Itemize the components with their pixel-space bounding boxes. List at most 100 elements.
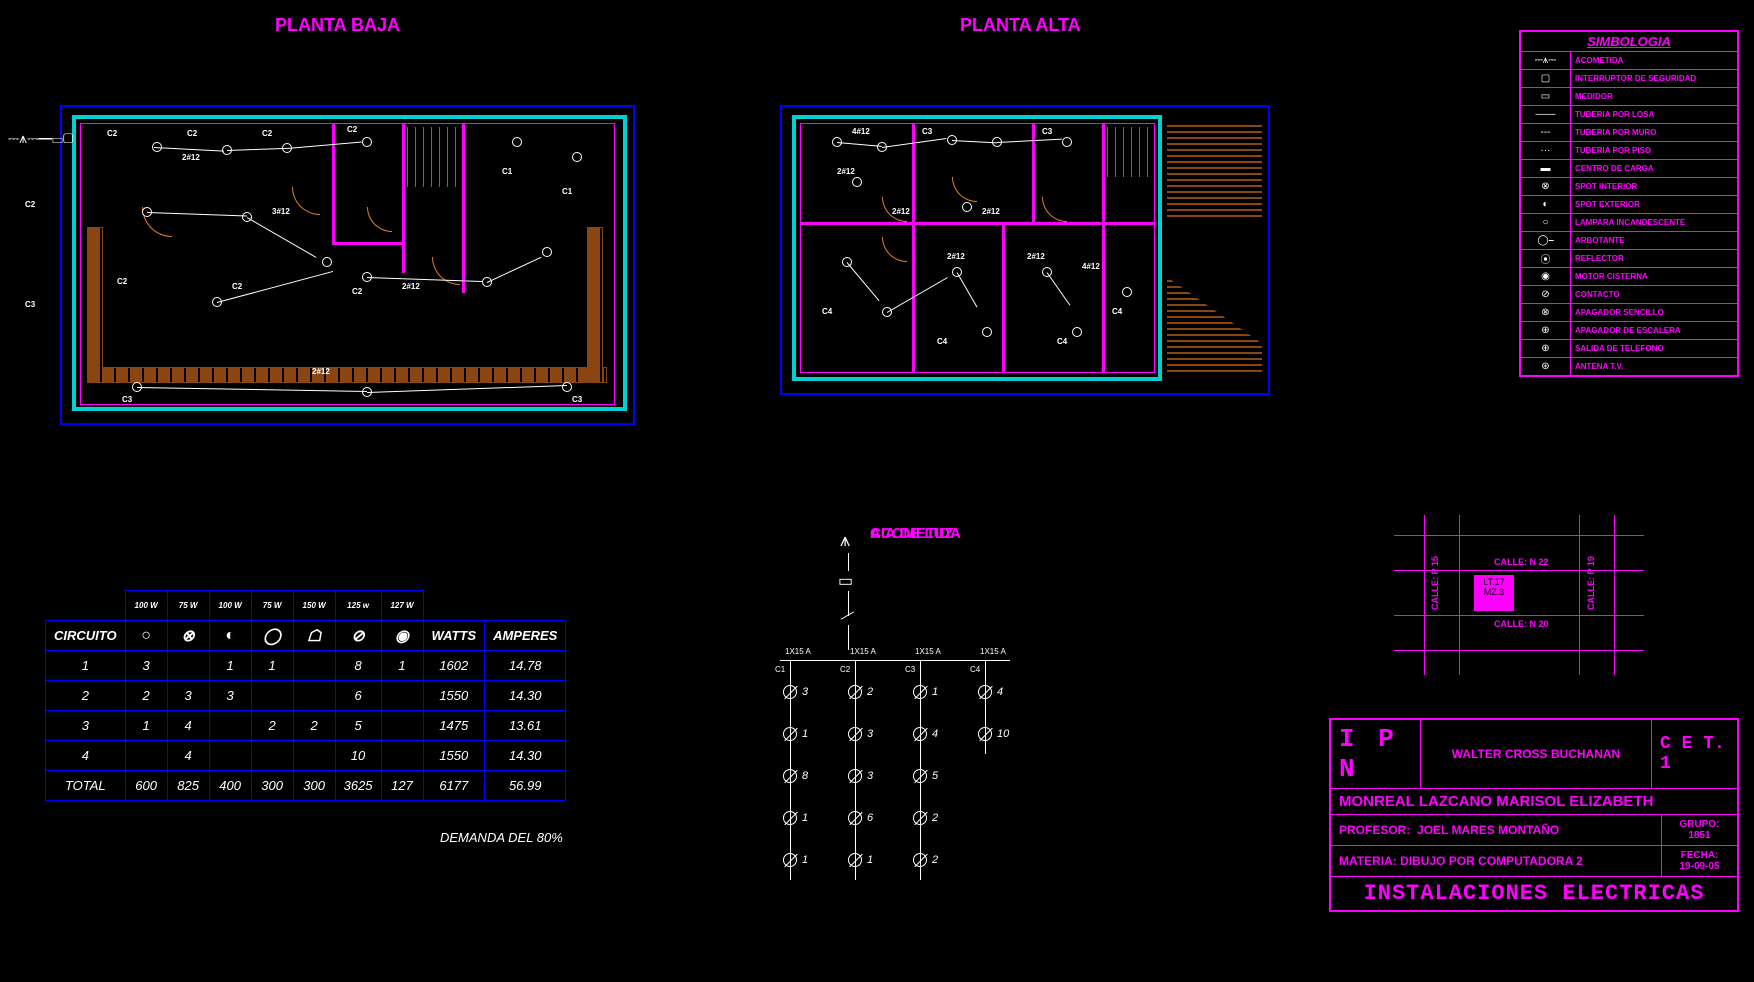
legend-symbol: ··· — [1521, 142, 1571, 159]
load-count: 1 — [867, 854, 873, 866]
table-cell: 825 — [167, 771, 209, 801]
table-cell — [125, 741, 167, 771]
watt-header: 125 w — [335, 591, 381, 621]
load-count: 2 — [932, 854, 938, 866]
legend-row-8: ◐SPOT EXTERIOR — [1521, 195, 1737, 213]
load-count: 5 — [932, 770, 938, 782]
tb-fecha: 19-09-05 — [1679, 861, 1719, 872]
legend-row-12: ◉MOTOR CISTERNA — [1521, 267, 1737, 285]
table-cell — [167, 651, 209, 681]
col-header-4: ◯ — [251, 621, 293, 651]
legend-label: INTERRUPTOR DE SEGURIDAD — [1571, 74, 1737, 83]
load-count: 2 — [867, 686, 873, 698]
legend-label: TUBERIA POR LOSA — [1571, 110, 1737, 119]
lot-marker: LT.17MZ.3 — [1474, 575, 1514, 611]
table-cell: 2 — [125, 681, 167, 711]
breaker-label: 1X15 A — [915, 647, 941, 656]
breaker-label: 1X15 A — [980, 647, 1006, 656]
table-cell: 4 — [167, 741, 209, 771]
load-symbol — [913, 727, 927, 741]
table-cell: 2 — [293, 711, 335, 741]
legend-label: SALIDA DE TELEFONO — [1571, 344, 1737, 353]
legend-label: ACOMETIDA — [1571, 56, 1737, 65]
table-cell: 14.30 — [485, 681, 566, 711]
table-cell: 1550 — [423, 681, 485, 711]
table-cell: 1475 — [423, 711, 485, 741]
tb-ipn: I P N — [1331, 720, 1421, 788]
table-cell: 127 — [381, 771, 423, 801]
tb-prof: JOEL MARES MONTAÑO — [1417, 823, 1559, 837]
single-line-diagram: ACOMETIDA CIA DE LUZ ⩚ ▭ 1X15 AC11X15 AC… — [780, 525, 1040, 975]
load-symbol — [848, 811, 862, 825]
circuit-name: C1 — [775, 665, 785, 674]
load-count: 2 — [932, 812, 938, 824]
table-cell: 14.30 — [485, 741, 566, 771]
table-cell — [251, 741, 293, 771]
load-count: 3 — [802, 686, 808, 698]
load-count: 3 — [867, 728, 873, 740]
table-cell — [293, 681, 335, 711]
table-cell: 1 — [125, 711, 167, 741]
table-cell: 300 — [251, 771, 293, 801]
table-cell: 13.61 — [485, 711, 566, 741]
tb-cet: C E T. 1 — [1652, 720, 1737, 788]
legend-symbol: ◐ — [1521, 196, 1571, 213]
legend-label: TUBERIA POR PISO — [1571, 146, 1737, 155]
legend-row-2: ▭MEDIDOR — [1521, 87, 1737, 105]
load-symbol — [848, 853, 862, 867]
legend-symbol: ⊘ — [1521, 286, 1571, 303]
table-cell: 1 — [46, 651, 126, 681]
table-cell: 600 — [125, 771, 167, 801]
table-cell: TOTAL — [46, 771, 126, 801]
table-cell — [293, 741, 335, 771]
table-cell: 6177 — [423, 771, 485, 801]
watt-header: 150 W — [293, 591, 335, 621]
sld-title2: CIA DE LUZ — [870, 525, 954, 542]
table-cell: 3 — [209, 681, 251, 711]
col-header-8: WATTS — [423, 621, 485, 651]
legend-row-10: ◯⎯ARBOTANTE — [1521, 231, 1737, 249]
table-cell — [251, 681, 293, 711]
legend-symbol: ⎓⩚⎓ — [1521, 52, 1571, 69]
legend-row-3: ——TUBERIA POR LOSA — [1521, 105, 1737, 123]
load-symbol — [783, 769, 797, 783]
table-cell: 4 — [46, 741, 126, 771]
load-symbol — [783, 727, 797, 741]
breaker-label: 1X15 A — [850, 647, 876, 656]
legend-symbol: --- — [1521, 124, 1571, 141]
load-symbol — [783, 685, 797, 699]
table-row: 314225147513.61 — [46, 711, 566, 741]
tb-materia: DIBUJO POR COMPUTADORA 2 — [1400, 854, 1583, 868]
load-count: 8 — [802, 770, 808, 782]
load-count: 1 — [932, 686, 938, 698]
table-cell: 3 — [125, 651, 167, 681]
col-header-9: AMPERES — [485, 621, 566, 651]
watt-header: 75 W — [167, 591, 209, 621]
watt-header: 100 W — [125, 591, 167, 621]
legend-row-1: ▢INTERRUPTOR DE SEGURIDAD — [1521, 69, 1737, 87]
legend-symbol: ▬ — [1521, 160, 1571, 177]
location-map: LT.17MZ.3 CALLE: N 22 CALLE: N 20 CALLE:… — [1344, 515, 1694, 675]
plan-baja: C2 C2 C2 C2 C1 C1 C2 C2 C2 2#12 3#12 2#1… — [60, 105, 635, 425]
legend-row-16: ⊕SALIDA DE TELEFONO — [1521, 339, 1737, 357]
load-count: 10 — [997, 728, 1009, 740]
legend-row-9: ○LAMPARA INCANDESCENTE — [1521, 213, 1737, 231]
table-cell: 10 — [335, 741, 381, 771]
load-count: 4 — [997, 686, 1003, 698]
col-header-7: ◉ — [381, 621, 423, 651]
table-cell: 3625 — [335, 771, 381, 801]
load-symbol — [783, 811, 797, 825]
col-header-3: ◐ — [209, 621, 251, 651]
circuit-name: C3 — [905, 665, 915, 674]
table-cell — [381, 741, 423, 771]
legend-row-11: ⦿REFLECTOR — [1521, 249, 1737, 267]
table-cell: 6 — [335, 681, 381, 711]
table-cell: 1 — [251, 651, 293, 681]
legend-label: REFLECTOR — [1571, 254, 1737, 263]
col-header-6: ⊘ — [335, 621, 381, 651]
load-symbol — [978, 685, 992, 699]
plan-alta: 4#12 C3 C3 2#12 2#12 2#12 C4 2#12 2#12 C… — [780, 105, 1270, 395]
breaker-label: 1X15 A — [785, 647, 811, 656]
load-symbol — [783, 853, 797, 867]
legend-label: CONTACTO — [1571, 290, 1737, 299]
